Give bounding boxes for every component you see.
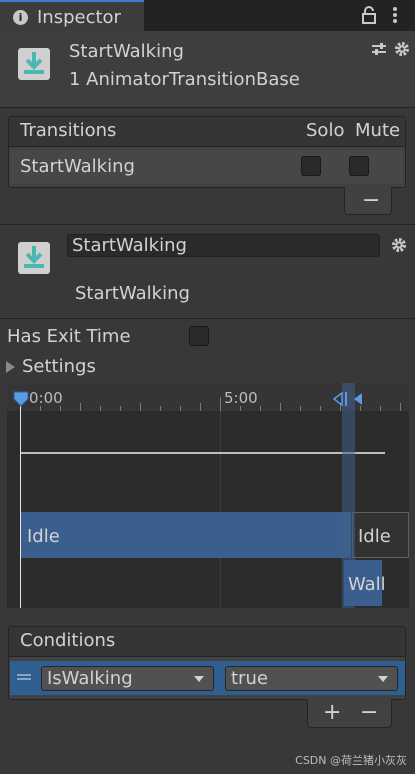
conditions-footer: + − [307,699,392,728]
header-title: StartWalking [69,41,184,62]
has-exit-time-checkbox[interactable] [189,326,209,346]
window-tabbar: i Inspector [0,0,415,31]
tab-inspector[interactable]: i Inspector [0,0,144,31]
transitions-list: Transitions Solo Mute StartWalking [8,116,406,188]
header-subtitle: 1 AnimatorTransitionBase [69,69,300,90]
transition-subtitle: StartWalking [75,283,190,304]
foldout-arrow-icon[interactable] [6,361,15,373]
conditions-label: Conditions [20,630,116,651]
animator-transition-icon [18,48,50,80]
transition-name: StartWalking [20,156,135,177]
kebab-menu-icon[interactable] [390,6,400,24]
add-condition-button[interactable]: + [323,702,341,724]
destination-state-label: Walk [348,574,384,595]
transitions-list-header: Transitions Solo Mute [9,117,405,147]
source-state-label: Idle [27,526,60,547]
conditions-list: Conditions IsWalking true [8,626,406,700]
tab-title: Inspector [37,7,121,28]
ruler-label-mid: 5:00 [224,389,258,407]
source-state-bar[interactable] [21,512,351,558]
inspector-header: StartWalking 1 AnimatorTransitionBase [0,31,415,108]
solo-column-label: Solo [306,120,345,141]
remove-transition-button[interactable]: − [362,190,380,212]
playhead-marker-icon[interactable] [12,390,30,408]
destination-state-label-top: Idle [358,526,391,547]
ruler-label-start: 0:00 [29,389,63,407]
settings-foldout[interactable]: Settings [22,356,96,377]
gear-icon[interactable] [391,237,407,253]
conditions-list-header: Conditions [9,627,405,657]
remove-condition-button[interactable]: − [360,702,378,724]
info-icon: i [13,10,28,25]
animator-transition-icon [18,242,50,274]
has-exit-time-label: Has Exit Time [7,326,131,347]
transitions-remove-footer: − [344,187,392,215]
chevron-down-icon [194,676,204,682]
transition-timeline[interactable]: 0:00 5:00 Idle Idle Walk [7,383,409,608]
transition-curve [21,452,385,454]
condition-parameter-value: IsWalking [47,668,133,689]
mute-checkbox[interactable] [349,156,369,176]
lock-icon[interactable] [361,6,377,24]
condition-value-dropdown[interactable]: true [225,666,398,691]
transition-handles-icon[interactable] [332,391,366,407]
transition-name-field[interactable]: StartWalking [67,234,380,257]
condition-value: true [231,668,268,689]
gear-icon[interactable] [394,41,410,57]
playhead[interactable] [20,395,21,608]
transitions-label: Transitions [20,120,117,141]
divider [0,318,415,319]
chevron-down-icon [378,676,388,682]
preset-icon[interactable] [371,41,387,57]
divider [0,224,415,225]
condition-parameter-dropdown[interactable]: IsWalking [41,666,214,691]
list-item[interactable]: IsWalking true [10,661,405,695]
watermark: CSDN @荷兰猪小灰灰 [295,754,407,767]
list-item[interactable]: StartWalking [11,150,403,184]
drag-handle-icon[interactable] [17,674,31,680]
solo-checkbox[interactable] [301,156,321,176]
mute-column-label: Mute [355,120,401,141]
